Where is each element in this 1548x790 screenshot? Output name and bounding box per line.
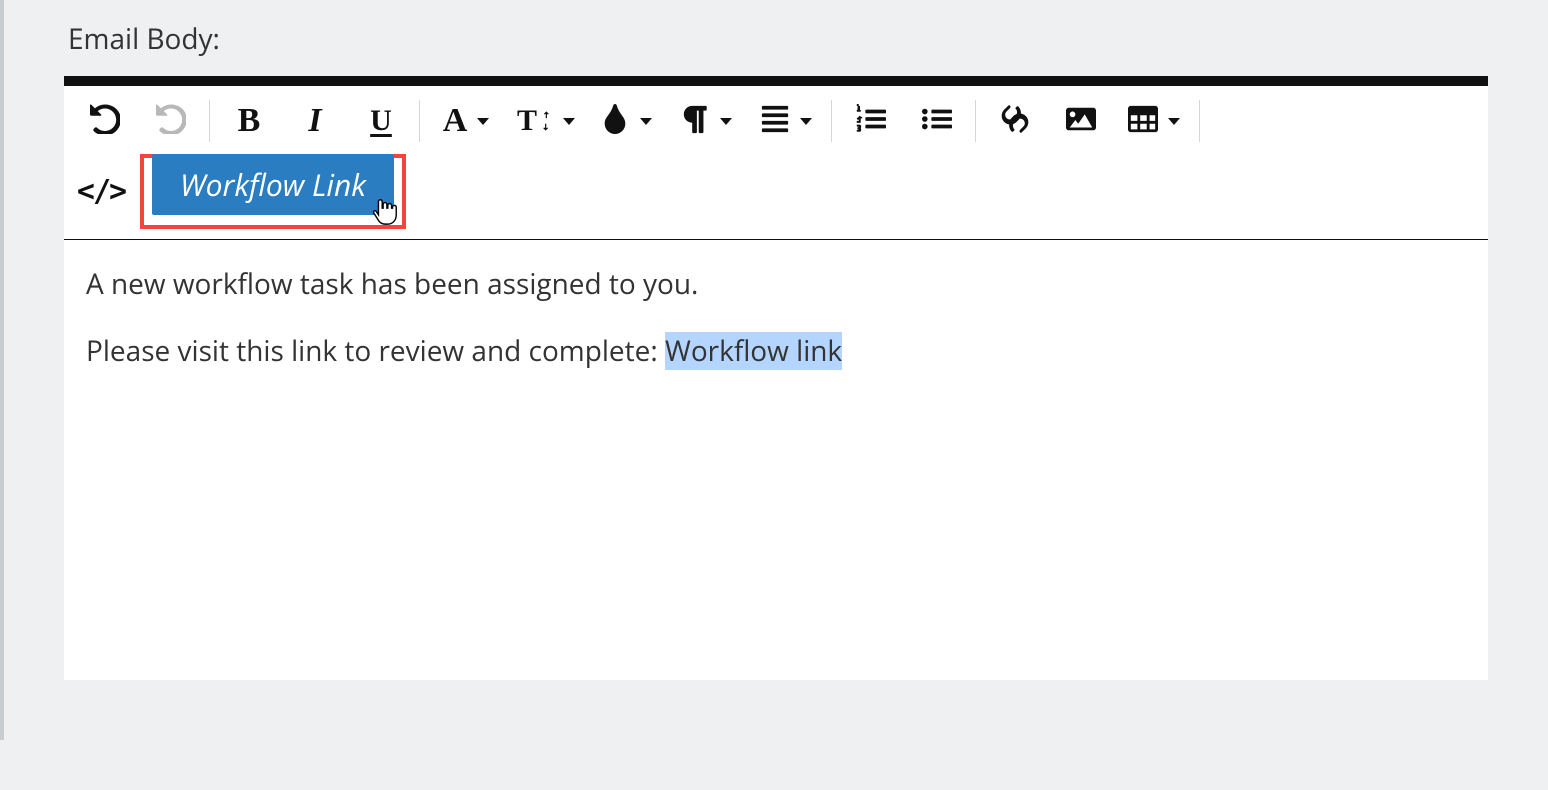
field-label: Email Body: [68, 20, 1488, 58]
code-view-button[interactable]: </> [76, 161, 126, 223]
undo-icon [90, 104, 120, 139]
font-size-dropdown[interactable]: T [506, 90, 586, 152]
font-family-dropdown[interactable]: A [426, 90, 506, 152]
workflow-link-button[interactable]: Workflow Link [152, 154, 394, 215]
table-icon [1128, 104, 1158, 139]
italic-button[interactable]: I [282, 90, 348, 152]
tint-icon [600, 104, 630, 139]
paragraph-format-dropdown[interactable] [666, 90, 746, 152]
align-dropdown[interactable] [746, 90, 826, 152]
chevron-down-icon [477, 118, 489, 125]
ordered-list-button[interactable] [838, 90, 904, 152]
text-color-dropdown[interactable] [586, 90, 666, 152]
chevron-down-icon [1168, 118, 1180, 125]
body-paragraph-2: Please visit this link to review and com… [86, 331, 1466, 372]
editor-content-area[interactable]: A new workflow task has been assigned to… [64, 240, 1488, 680]
image-icon [1066, 104, 1096, 139]
bold-icon: B [238, 102, 261, 140]
workflow-link-label: Workflow Link [180, 164, 366, 205]
rich-text-editor: B I U A T [64, 76, 1488, 680]
chevron-down-icon [640, 118, 652, 125]
bold-button[interactable]: B [216, 90, 282, 152]
workflow-link-placeholder: Workflow link [665, 332, 842, 370]
list-ul-icon [922, 104, 952, 139]
align-icon [760, 104, 790, 139]
insert-table-dropdown[interactable] [1114, 90, 1194, 152]
callout-highlight: Workflow Link [140, 154, 406, 229]
undo-button[interactable] [72, 90, 138, 152]
insert-image-button[interactable] [1048, 90, 1114, 152]
italic-icon: I [308, 102, 321, 140]
list-ol-icon [856, 104, 886, 139]
redo-icon [156, 104, 186, 139]
link-icon [1000, 104, 1030, 139]
chevron-down-icon [720, 118, 732, 125]
pilcrow-icon [680, 104, 710, 139]
font-size-icon: T [517, 104, 553, 138]
redo-button[interactable] [138, 90, 204, 152]
chevron-down-icon [800, 118, 812, 125]
body-line2-prefix: Please visit this link to review and com… [86, 332, 665, 370]
chevron-down-icon [563, 118, 575, 125]
code-icon: </> [77, 174, 125, 209]
body-paragraph-1: A new workflow task has been assigned to… [86, 264, 1466, 305]
pointer-cursor-icon [370, 196, 400, 231]
underline-icon: U [370, 104, 392, 138]
editor-toolbar: B I U A T [64, 86, 1488, 240]
insert-link-button[interactable] [982, 90, 1048, 152]
font-icon: A [443, 102, 468, 140]
underline-button[interactable]: U [348, 90, 414, 152]
unordered-list-button[interactable] [904, 90, 970, 152]
